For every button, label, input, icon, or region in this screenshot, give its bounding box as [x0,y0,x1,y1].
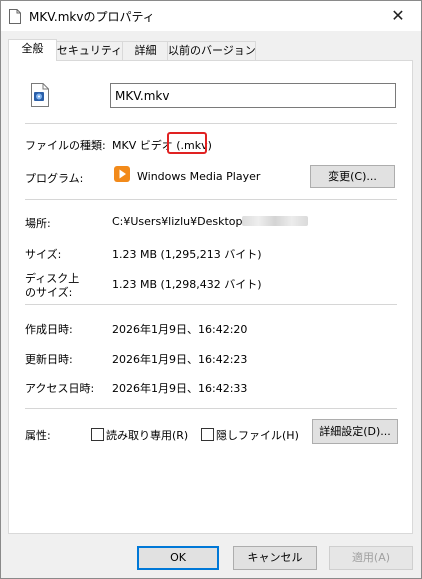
apply-button[interactable]: 適用(A) [329,546,413,570]
tab-security[interactable]: セキュリティ [55,41,124,60]
extension-highlight-box [167,132,207,154]
disk-size-label-line2: のサイズ: [25,286,73,299]
change-program-button[interactable]: 変更(C)... [310,165,395,188]
hidden-checkbox[interactable] [201,428,214,441]
created-label: 作成日時: [25,323,73,336]
cancel-button[interactable]: キャンセル [233,546,317,570]
tab-previous-versions[interactable]: 以前のバージョン [167,41,256,60]
tab-details[interactable]: 詳細 [122,41,169,60]
location-value[interactable]: C:¥Users¥lizlu¥Desktop¥ [112,215,249,228]
tab-strip: 全般 セキュリティ 詳細 以前のバージョン [8,39,413,61]
divider [25,408,397,409]
location-label: 場所: [25,217,51,230]
file-name-input[interactable] [110,83,396,108]
hidden-label[interactable]: 隠しファイル(H) [216,427,299,443]
window-title: MKV.mkvのプロパティ [29,10,155,24]
media-file-icon [31,83,49,107]
divider [25,199,397,200]
divider [25,304,397,305]
readonly-label[interactable]: 読み取り専用(R) [106,427,188,443]
divider [25,123,397,124]
readonly-checkbox[interactable] [91,428,104,441]
close-button[interactable]: ✕ [375,1,421,31]
redacted-path [242,216,308,226]
tab-general[interactable]: 全般 [8,39,57,61]
file-type-name: MKV ビデオ [112,139,173,152]
ok-button[interactable]: OK [137,546,219,570]
document-icon [9,9,21,24]
disk-size-value: 1.23 MB (1,298,432 バイト) [112,278,262,291]
modified-label: 更新日時: [25,353,73,366]
modified-value: 2026年1月9日、16:42:23 [112,353,248,366]
general-panel: ファイルの種類: MKV ビデオ (.mkv) プログラム: Windows M… [8,60,413,534]
created-value: 2026年1月9日、16:42:20 [112,323,248,336]
size-label: サイズ: [25,248,62,261]
attributes-label: 属性: [25,429,51,442]
accessed-value: 2026年1月9日、16:42:33 [112,382,248,395]
accessed-label: アクセス日時: [25,382,95,395]
program-label: プログラム: [25,172,84,185]
file-type-label: ファイルの種類: [25,139,106,152]
program-name: Windows Media Player [137,170,261,183]
size-value: 1.23 MB (1,295,213 バイト) [112,248,262,261]
windows-media-player-icon [114,166,130,182]
title-bar[interactable]: MKV.mkvのプロパティ ✕ [1,1,421,31]
advanced-button[interactable]: 詳細設定(D)... [312,419,398,444]
properties-dialog: MKV.mkvのプロパティ ✕ 全般 セキュリティ 詳細 以前のバージョン ファ… [0,0,422,579]
close-icon: ✕ [391,6,405,25]
